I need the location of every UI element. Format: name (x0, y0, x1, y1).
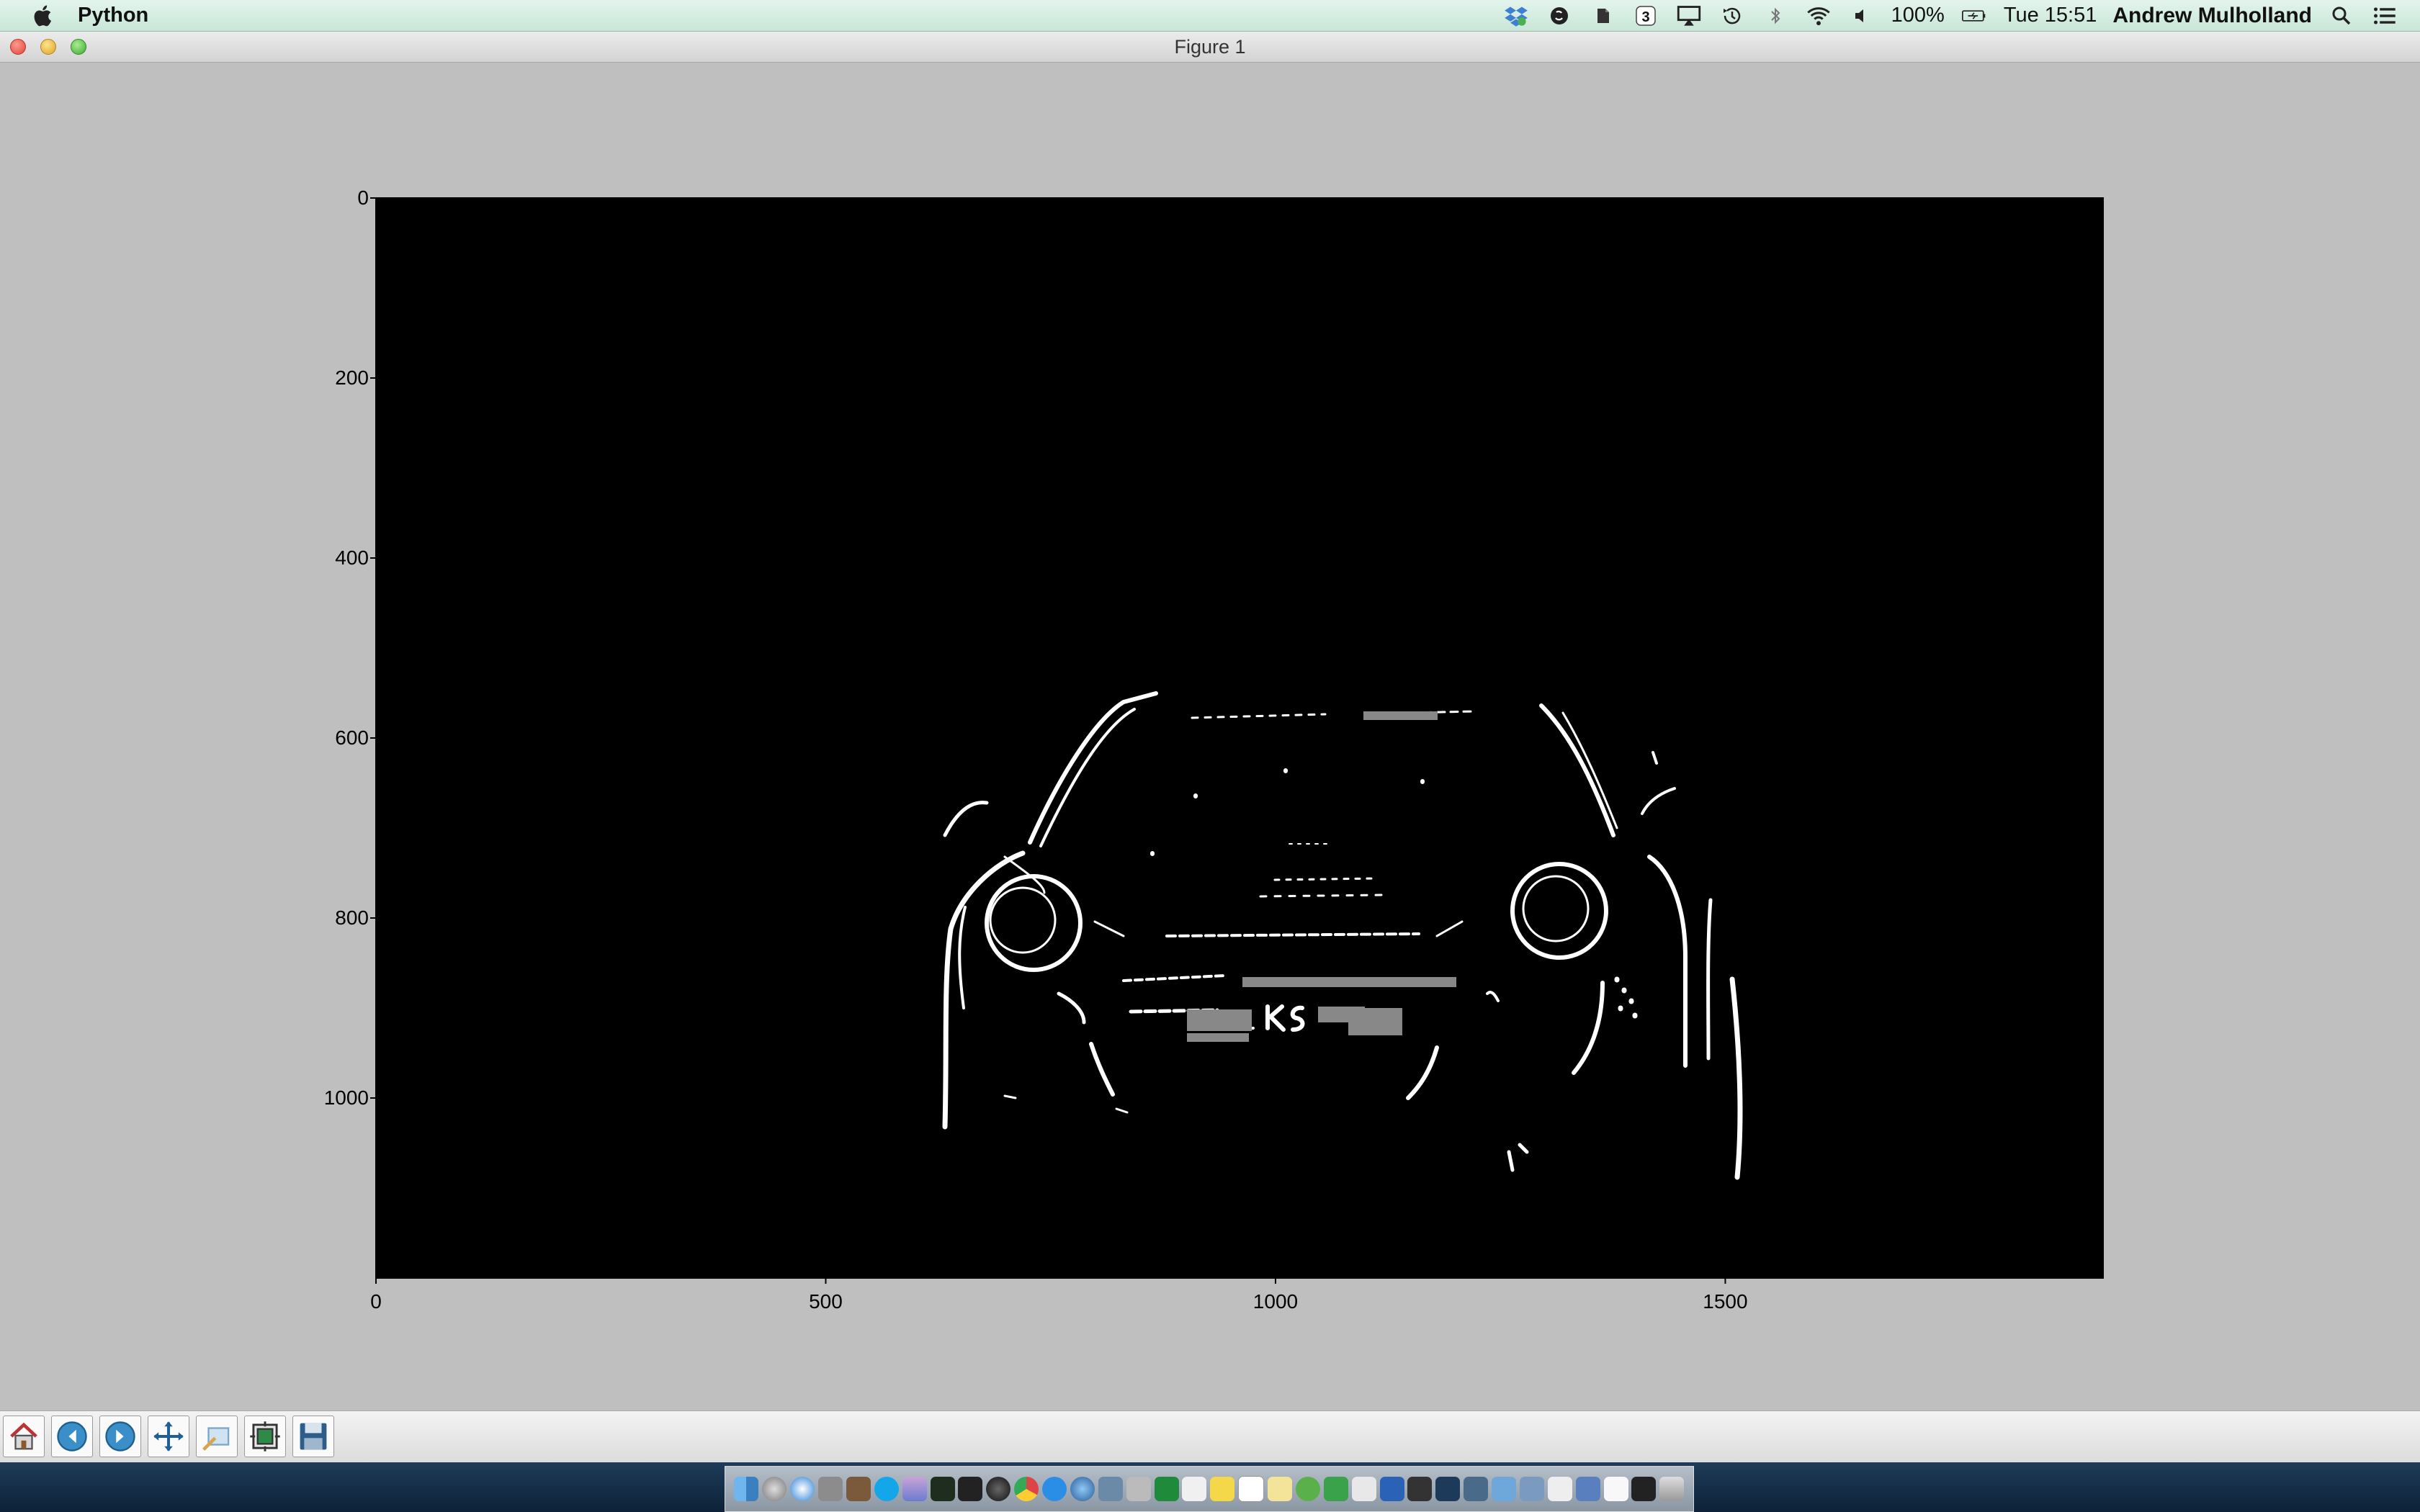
stickies-icon[interactable] (1210, 1477, 1235, 1501)
time-machine-icon[interactable] (1718, 4, 1746, 27)
wifi-icon[interactable] (1805, 4, 1832, 27)
calendar-icon[interactable] (1238, 1476, 1265, 1502)
numbers-icon[interactable] (1323, 1477, 1348, 1501)
terminal-icon[interactable] (958, 1477, 983, 1501)
y-tick-label: 400 (335, 546, 369, 569)
home-button[interactable] (3, 1416, 45, 1457)
y-tick-label: 600 (335, 726, 369, 749)
pan-button[interactable] (148, 1416, 189, 1457)
quicktime-icon[interactable] (986, 1477, 1011, 1501)
x-tick-label: 1500 (1703, 1290, 1747, 1313)
preview-icon[interactable] (1126, 1477, 1151, 1501)
battery-percentage: 100% (1891, 4, 1945, 27)
app-menu-python[interactable]: Python (78, 4, 148, 27)
y-tick-label: 1000 (324, 1086, 369, 1109)
plot-area[interactable]: 0 200 400 600 800 1000 0 500 1000 1500 (0, 63, 2420, 1410)
skype-icon[interactable] (874, 1477, 899, 1501)
mail-icon[interactable] (818, 1477, 843, 1501)
itunes-icon[interactable] (1070, 1477, 1095, 1501)
matplotlib-toolbar (0, 1410, 2420, 1463)
notification-center-icon[interactable] (2371, 4, 2398, 27)
kindle-icon[interactable] (1435, 1477, 1461, 1501)
word-icon[interactable] (1379, 1477, 1404, 1501)
textedit-icon[interactable] (1182, 1477, 1207, 1501)
activity-monitor-icon[interactable] (930, 1477, 955, 1501)
dropbox-icon[interactable] (1502, 4, 1530, 27)
window-icon[interactable] (1603, 1477, 1628, 1501)
y-axis: 0 200 400 600 800 1000 (324, 186, 376, 1109)
launchpad-icon[interactable] (762, 1477, 787, 1501)
dashboard-icon[interactable] (1464, 1477, 1489, 1501)
back-button[interactable] (51, 1416, 93, 1457)
image-axes[interactable] (375, 197, 2104, 1279)
evernote-icon[interactable] (1589, 4, 1616, 27)
contacts-icon[interactable] (846, 1477, 871, 1501)
xcode-icon[interactable] (1098, 1477, 1123, 1501)
apple-menu-icon[interactable] (26, 4, 58, 28)
pan-icon (153, 1421, 184, 1452)
volume-icon[interactable] (1848, 4, 1876, 27)
battery-icon[interactable] (1960, 4, 1988, 27)
excel-icon[interactable] (1154, 1477, 1179, 1501)
screen-icon[interactable] (1631, 1477, 1657, 1501)
safari-icon[interactable] (790, 1477, 815, 1501)
bluetooth-icon[interactable] (1762, 4, 1789, 27)
x-tick-label: 0 (370, 1290, 382, 1313)
figure-canvas[interactable]: 0 200 400 600 800 1000 0 500 1000 1500 (0, 63, 2420, 1410)
menu-bar: Python 3 100% Tue 15:51 Andrew Mulhollan… (0, 0, 2420, 32)
app-store-icon[interactable] (1042, 1477, 1067, 1501)
spotlight-search-icon[interactable] (2328, 4, 2355, 27)
user-account-name[interactable]: Andrew Mulholland (2112, 4, 2312, 28)
trash-icon[interactable] (1659, 1477, 1685, 1501)
window-title-bar: Figure 1 (0, 32, 2420, 63)
home-icon (10, 1422, 37, 1450)
dock (725, 1466, 1694, 1512)
chrome-icon[interactable] (1014, 1477, 1039, 1501)
y-tick-label: 0 (357, 186, 369, 209)
skype-status-icon[interactable] (1546, 4, 1573, 27)
pages-icon[interactable] (1351, 1477, 1376, 1501)
calculator-icon[interactable] (1407, 1477, 1433, 1501)
downloads-icon[interactable] (1575, 1477, 1600, 1501)
save-button[interactable] (292, 1416, 334, 1457)
folder-icon[interactable] (1492, 1477, 1517, 1501)
y-tick-label: 200 (335, 366, 369, 389)
airplay-icon[interactable] (1675, 4, 1703, 27)
save-icon (300, 1423, 327, 1450)
notes-icon[interactable] (1268, 1477, 1293, 1501)
x-tick-label: 1000 (1253, 1290, 1298, 1313)
notification-count: 3 (1641, 9, 1649, 25)
forward-arrow-icon (105, 1421, 135, 1452)
window-title: Figure 1 (1174, 36, 1246, 58)
notification-count-icon[interactable]: 3 (1632, 4, 1659, 27)
back-arrow-icon (57, 1421, 87, 1452)
y-tick-label: 800 (335, 906, 369, 929)
evernote-app-icon[interactable] (1295, 1477, 1320, 1501)
photos-icon[interactable] (902, 1477, 927, 1501)
menu-bar-status-area: 3 100% Tue 15:51 Andrew Mulholland (1502, 0, 2398, 31)
document-icon[interactable] (1547, 1477, 1572, 1501)
subplots-icon (250, 1421, 280, 1452)
utilities-icon[interactable] (1519, 1477, 1544, 1501)
forward-button[interactable] (99, 1416, 141, 1457)
finder-icon[interactable] (734, 1477, 759, 1501)
subplots-button[interactable] (244, 1416, 286, 1457)
zoom-rect-icon (202, 1427, 230, 1452)
x-tick-label: 500 (809, 1290, 843, 1313)
zoom-button[interactable] (196, 1416, 238, 1457)
x-axis: 0 500 1000 1500 (370, 1278, 1748, 1313)
menu-bar-clock[interactable]: Tue 15:51 (2004, 4, 2097, 27)
